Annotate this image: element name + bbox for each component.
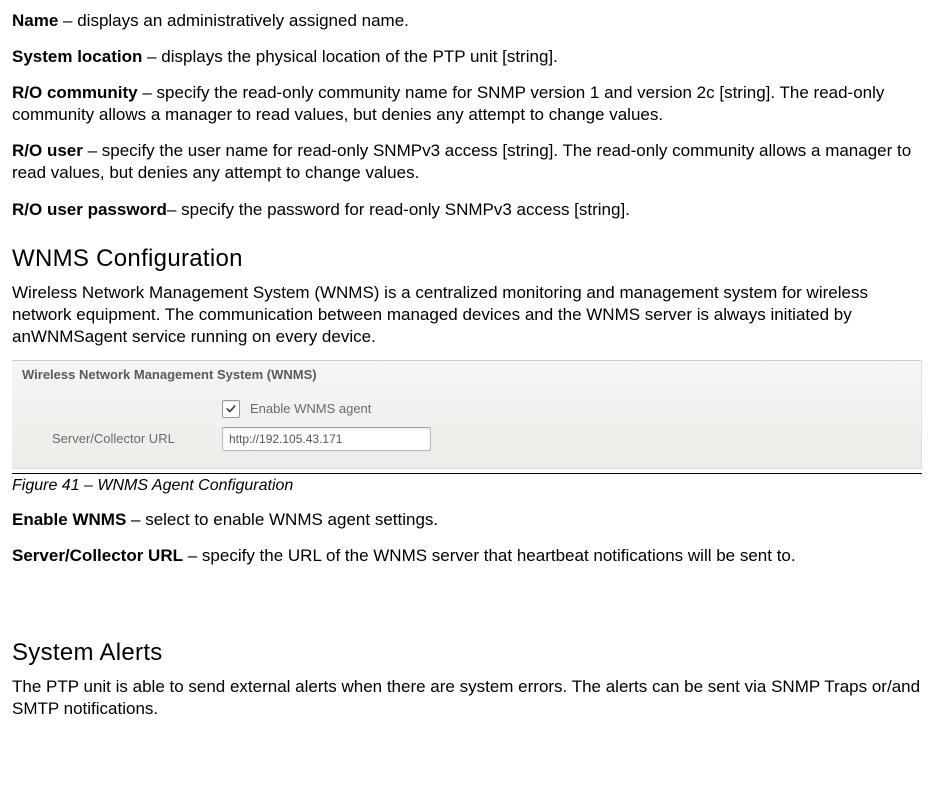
wnms-panel-title: Wireless Network Management System (WNMS… [12, 361, 921, 388]
enable-wnms-checkbox[interactable] [222, 400, 240, 418]
def-server-collector-url: Server/Collector URL – specify the URL o… [12, 545, 925, 567]
system-alerts-intro: The PTP unit is able to send external al… [12, 676, 925, 720]
sep: – [142, 47, 161, 66]
term: R/O community [12, 83, 138, 102]
term: Server/Collector URL [12, 546, 183, 565]
row-server-url: Server/Collector URL http://192.105.43.1… [52, 424, 911, 454]
term: System location [12, 47, 142, 66]
def-system-location: System location – displays the physical … [12, 46, 925, 68]
sep: – [126, 510, 145, 529]
figure-caption: Figure 41 – WNMS Agent Configuration [12, 473, 922, 497]
sep: – [83, 141, 102, 160]
def-ro-user-password: R/O user password– specify the password … [12, 199, 925, 221]
sep: – [58, 11, 77, 30]
check-icon [225, 403, 237, 415]
sep: – [167, 200, 181, 219]
desc: select to enable WNMS agent settings. [145, 510, 438, 529]
desc: specify the URL of the WNMS server that … [202, 546, 796, 565]
def-ro-user: R/O user – specify the user name for rea… [12, 140, 925, 184]
server-url-input[interactable]: http://192.105.43.171 [222, 427, 431, 451]
heading-wnms-configuration: WNMS Configuration [12, 243, 925, 274]
wnms-intro: Wireless Network Management System (WNMS… [12, 282, 925, 348]
sep: – [138, 83, 157, 102]
enable-wnms-label: Enable WNMS agent [250, 401, 371, 418]
def-ro-community: R/O community – specify the read-only co… [12, 82, 925, 126]
server-url-label: Server/Collector URL [52, 431, 222, 448]
def-name: Name – displays an administratively assi… [12, 10, 925, 32]
term: Name [12, 11, 58, 30]
sep: – [183, 546, 202, 565]
row-enable-wnms: Enable WNMS agent [52, 394, 911, 424]
wnms-panel: Wireless Network Management System (WNMS… [12, 360, 922, 469]
wnms-panel-body: Enable WNMS agent Server/Collector URL h… [12, 388, 921, 468]
desc: displays the physical location of the PT… [161, 47, 558, 66]
def-enable-wnms: Enable WNMS – select to enable WNMS agen… [12, 509, 925, 531]
heading-system-alerts: System Alerts [12, 637, 925, 668]
desc: displays an administratively assigned na… [77, 11, 409, 30]
term: R/O user password [12, 200, 167, 219]
term: R/O user [12, 141, 83, 160]
desc: specify the password for read-only SNMPv… [181, 200, 630, 219]
desc: specify the user name for read-only SNMP… [12, 141, 911, 182]
term: Enable WNMS [12, 510, 126, 529]
